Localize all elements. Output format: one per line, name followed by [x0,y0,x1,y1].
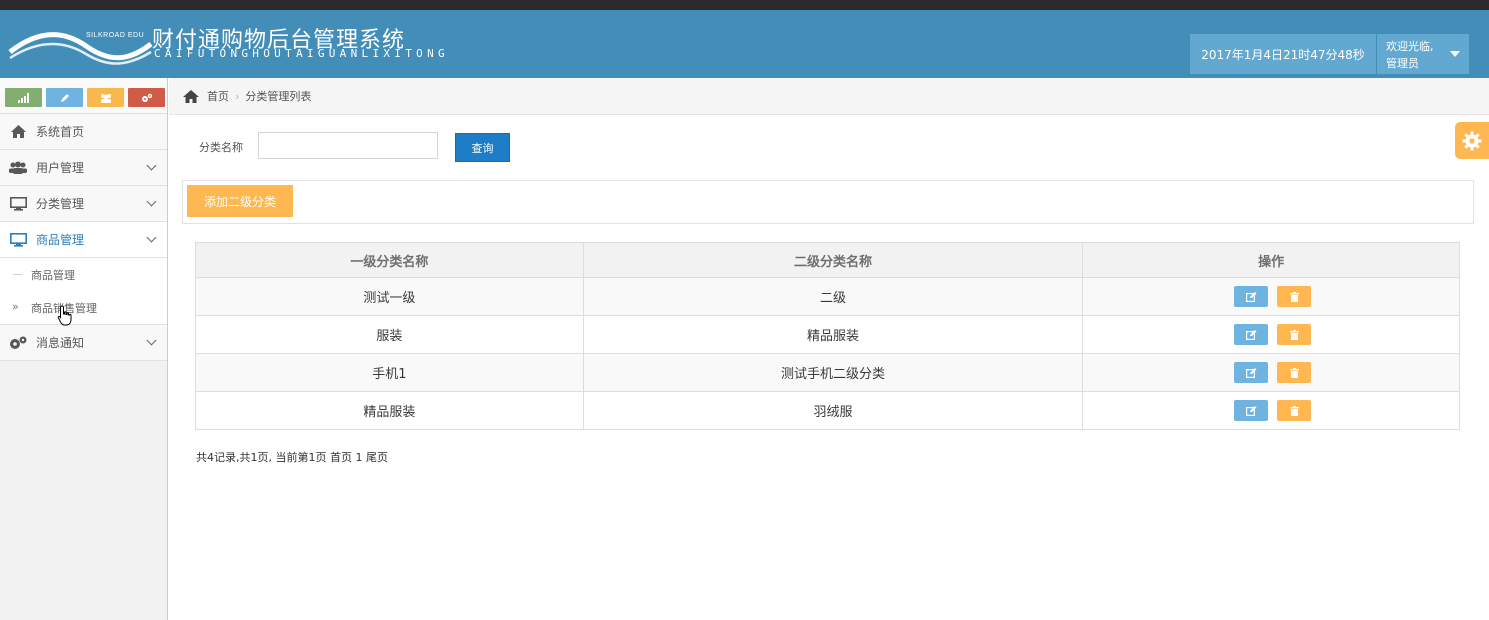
trash-icon [1289,405,1299,416]
sidebar-shortcuts [0,78,167,114]
breadcrumb: 首页 › 分类管理列表 [169,78,1489,115]
column-header-level1: 一级分类名称 [195,242,584,278]
logo-small-text: SILKROAD EDU [86,32,145,39]
datetime-display: 2017年1月4日21时47分48秒 [1190,34,1376,74]
category-table: 一级分类名称 二级分类名称 操作 测试一级 二级 服装 精品服装 手机1 测试手… [195,242,1460,430]
sidebar-item-home[interactable]: 系统首页 [0,114,167,150]
column-header-actions: 操作 [1082,242,1460,278]
hand-cursor-icon [57,305,72,326]
sidebar-item-category[interactable]: 分类管理 [0,186,167,222]
sidebar-subitem-product-manage[interactable]: 商品管理 [0,258,167,291]
sidebar-subitem-product-sales[interactable]: » 商品销售管理 [0,291,167,324]
breadcrumb-separator-icon: › [235,89,240,103]
pencil-icon [60,93,69,102]
caret-down-icon [1450,51,1460,57]
gear-icon [1462,131,1482,150]
sidebar-item-users[interactable]: 用户管理 [0,150,167,186]
double-angle-right-icon: » [12,300,19,313]
edit-button[interactable] [1234,400,1269,421]
cell-level2: 羽绒服 [582,391,1084,430]
breadcrumb-home-link[interactable]: 首页 [207,88,229,104]
table-row: 精品服装 羽绒服 [195,391,1460,430]
shortcut-signal-button[interactable] [5,88,42,107]
app-title-pinyin: CAIFUTONGHOUTAIGUANLIXITONG [154,47,449,60]
table-row: 手机1 测试手机二级分类 [195,353,1460,392]
silkroad-logo-icon [8,32,153,65]
edit-icon [1245,291,1257,302]
shortcut-pencil-button[interactable] [46,88,83,107]
table-header-row: 一级分类名称 二级分类名称 操作 [195,242,1460,278]
delete-button[interactable] [1277,362,1312,383]
signal-icon [17,92,29,103]
desktop-icon [9,196,27,211]
shortcut-cogs-button[interactable] [128,88,165,107]
settings-toggle-button[interactable] [1455,122,1489,159]
sidebar-item-label: 系统首页 [36,125,85,139]
cell-level1: 手机1 [195,353,584,392]
cell-level1: 服装 [195,315,584,354]
cell-level1: 测试一级 [195,277,584,316]
datetime-text: 2017年1月4日21时47分48秒 [1201,47,1365,62]
delete-button[interactable] [1277,400,1312,421]
sidebar-subitem-label: 商品管理 [31,268,75,282]
edit-button[interactable] [1234,324,1269,345]
sidebar: 系统首页 用户管理 分类管理 商品管理 商品管理 » 商品销售管理 消息通知 [0,78,168,620]
sidebar-item-products[interactable]: 商品管理 [0,222,167,258]
chevron-down-icon [146,196,157,207]
os-taskbar-strip [0,0,1489,10]
edit-icon [1245,405,1257,416]
cell-actions [1082,277,1460,316]
breadcrumb-current: 分类管理列表 [245,90,312,103]
cogs-icon [141,93,152,102]
table-row: 服装 精品服装 [195,315,1460,354]
delete-button[interactable] [1277,286,1312,307]
trash-icon [1289,329,1299,340]
search-label: 分类名称 [199,141,243,154]
group-icon [100,93,111,103]
column-header-level2: 二级分类名称 [582,242,1084,278]
trash-icon [1289,291,1299,302]
cogs-icon [10,336,27,349]
pagination-info: 共4记录,共1页, 当前第1页 首页 1 尾页 [196,451,388,464]
toolbar-panel [182,180,1474,224]
add-subcategory-button[interactable]: 添加二级分类 [187,185,293,217]
table-row: 测试一级 二级 [195,277,1460,316]
cell-level1: 精品服装 [195,391,584,430]
users-icon [9,161,27,174]
sidebar-item-label: 分类管理 [36,197,85,211]
home-icon [10,125,26,138]
sidebar-item-label: 商品管理 [36,233,85,247]
chevron-down-icon [146,232,157,243]
sidebar-item-label: 消息通知 [36,336,85,350]
user-role: 管理员 [1386,57,1419,70]
chevron-down-icon [146,160,157,171]
trash-icon [1289,367,1299,378]
home-icon [183,89,199,103]
edit-icon [1245,367,1257,378]
cell-actions [1082,353,1460,392]
edit-button[interactable] [1234,362,1269,383]
sidebar-item-notifications[interactable]: 消息通知 [0,325,167,361]
submenu-dash [13,274,22,275]
sidebar-submenu-products: 商品管理 » 商品销售管理 [0,258,167,325]
header: SILKROAD EDU 财付通购物后台管理系统 CAIFUTONGHOUTAI… [0,10,1489,78]
search-button[interactable]: 查询 [455,133,510,162]
category-name-search-input[interactable] [258,132,438,159]
edit-button[interactable] [1234,286,1269,307]
cell-level2: 二级 [582,277,1084,316]
cell-actions [1082,315,1460,354]
edit-icon [1245,329,1257,340]
chevron-down-icon [146,335,157,346]
cell-level2: 测试手机二级分类 [582,353,1084,392]
shortcut-group-button[interactable] [87,88,124,107]
cell-level2: 精品服装 [582,315,1084,354]
delete-button[interactable] [1277,324,1312,345]
cell-actions [1082,391,1460,430]
user-menu[interactable]: 欢迎光临, 管理员 [1377,34,1469,74]
sidebar-item-label: 用户管理 [36,161,85,175]
desktop-icon [9,232,27,247]
